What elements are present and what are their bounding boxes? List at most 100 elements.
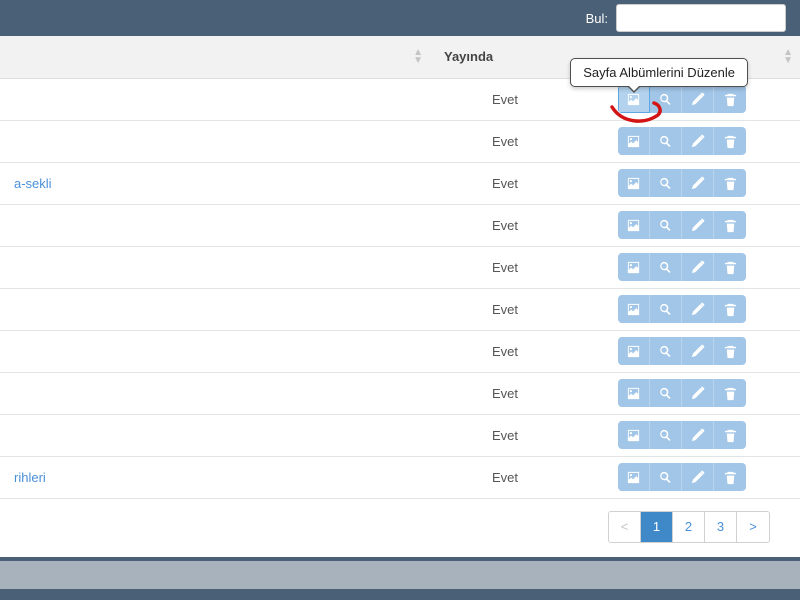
action-buttons	[618, 295, 746, 323]
pencil-icon[interactable]	[682, 127, 714, 155]
trash-icon[interactable]	[714, 295, 746, 323]
table-row: Evet	[0, 330, 800, 372]
action-buttons	[618, 169, 746, 197]
cell-published: Evet	[430, 414, 580, 456]
pencil-icon[interactable]	[682, 85, 714, 113]
cell-first	[0, 204, 430, 246]
table-row: Evet	[0, 414, 800, 456]
cell-actions	[580, 414, 800, 456]
image-icon[interactable]	[618, 379, 650, 407]
image-icon[interactable]	[618, 127, 650, 155]
cell-actions	[580, 246, 800, 288]
pencil-icon[interactable]	[682, 421, 714, 449]
data-table: ▲▼ Yayında ▲▼ Evet	[0, 36, 800, 499]
table-row: a-sekli Evet	[0, 162, 800, 204]
cell-first	[0, 330, 430, 372]
image-icon[interactable]	[618, 421, 650, 449]
cell-published: Evet	[430, 120, 580, 162]
search-label: Bul:	[586, 11, 608, 26]
pager-page-1[interactable]: 1	[641, 512, 673, 542]
search-icon[interactable]	[650, 127, 682, 155]
image-icon[interactable]	[618, 211, 650, 239]
trash-icon[interactable]	[714, 337, 746, 365]
table-row: rihleri Evet	[0, 456, 800, 498]
trash-icon[interactable]	[714, 211, 746, 239]
search-icon[interactable]	[650, 253, 682, 281]
action-buttons	[618, 379, 746, 407]
trash-icon[interactable]	[714, 127, 746, 155]
cell-published: Evet	[430, 330, 580, 372]
trash-icon[interactable]	[714, 421, 746, 449]
search-icon[interactable]	[650, 379, 682, 407]
image-icon[interactable]	[618, 337, 650, 365]
cell-first	[0, 372, 430, 414]
table-row: Evet	[0, 204, 800, 246]
cell-published: Evet	[430, 372, 580, 414]
cell-first	[0, 414, 430, 456]
search-bar: Bul:	[0, 0, 800, 36]
cell-first	[0, 246, 430, 288]
cell-first	[0, 78, 430, 120]
table-row: Evet	[0, 246, 800, 288]
table-row: Evet	[0, 372, 800, 414]
action-buttons	[618, 253, 746, 281]
tooltip-edit-albums: Sayfa Albümlerini Düzenle	[570, 58, 748, 87]
trash-icon[interactable]	[714, 169, 746, 197]
pagination: <123>	[0, 499, 800, 557]
pager-next[interactable]: >	[737, 512, 769, 542]
pencil-icon[interactable]	[682, 295, 714, 323]
cell-published: Evet	[430, 246, 580, 288]
image-icon[interactable]	[618, 169, 650, 197]
action-buttons	[618, 211, 746, 239]
pencil-icon[interactable]	[682, 337, 714, 365]
cell-published: Evet	[430, 78, 580, 120]
cell-actions	[580, 162, 800, 204]
cell-first	[0, 288, 430, 330]
sort-icon: ▲▼	[783, 49, 792, 65]
pencil-icon[interactable]	[682, 211, 714, 239]
row-link[interactable]: a-sekli	[14, 176, 52, 191]
trash-icon[interactable]	[714, 463, 746, 491]
pager-page-2[interactable]: 2	[673, 512, 705, 542]
pager-page-3[interactable]: 3	[705, 512, 737, 542]
data-table-panel: ▲▼ Yayında ▲▼ Evet	[0, 36, 800, 557]
pencil-icon[interactable]	[682, 169, 714, 197]
column-header-published[interactable]: Yayında	[430, 36, 580, 78]
search-input[interactable]	[616, 4, 786, 32]
table-row: Evet	[0, 288, 800, 330]
cell-first: rihleri	[0, 456, 430, 498]
cell-actions	[580, 372, 800, 414]
trash-icon[interactable]	[714, 253, 746, 281]
image-icon[interactable]	[618, 295, 650, 323]
cell-actions	[580, 204, 800, 246]
table-row: Evet	[0, 120, 800, 162]
action-buttons	[618, 463, 746, 491]
cell-first	[0, 120, 430, 162]
footer-strip	[0, 561, 800, 589]
search-icon[interactable]	[650, 337, 682, 365]
row-link[interactable]: rihleri	[14, 470, 46, 485]
trash-icon[interactable]	[714, 85, 746, 113]
image-icon[interactable]	[618, 253, 650, 281]
search-icon[interactable]	[650, 169, 682, 197]
action-buttons	[618, 127, 746, 155]
image-icon[interactable]	[618, 463, 650, 491]
search-icon[interactable]	[650, 211, 682, 239]
cell-actions	[580, 456, 800, 498]
column-header-first[interactable]: ▲▼	[0, 36, 430, 78]
pager-prev[interactable]: <	[609, 512, 641, 542]
search-icon[interactable]	[650, 295, 682, 323]
cell-published: Evet	[430, 456, 580, 498]
cell-actions	[580, 120, 800, 162]
pencil-icon[interactable]	[682, 379, 714, 407]
trash-icon[interactable]	[714, 379, 746, 407]
cell-actions	[580, 330, 800, 372]
cell-first: a-sekli	[0, 162, 430, 204]
search-icon[interactable]	[650, 421, 682, 449]
pencil-icon[interactable]	[682, 253, 714, 281]
search-icon[interactable]	[650, 463, 682, 491]
sort-icon: ▲▼	[413, 49, 422, 65]
cell-published: Evet	[430, 162, 580, 204]
pencil-icon[interactable]	[682, 463, 714, 491]
search-icon[interactable]	[650, 85, 682, 113]
